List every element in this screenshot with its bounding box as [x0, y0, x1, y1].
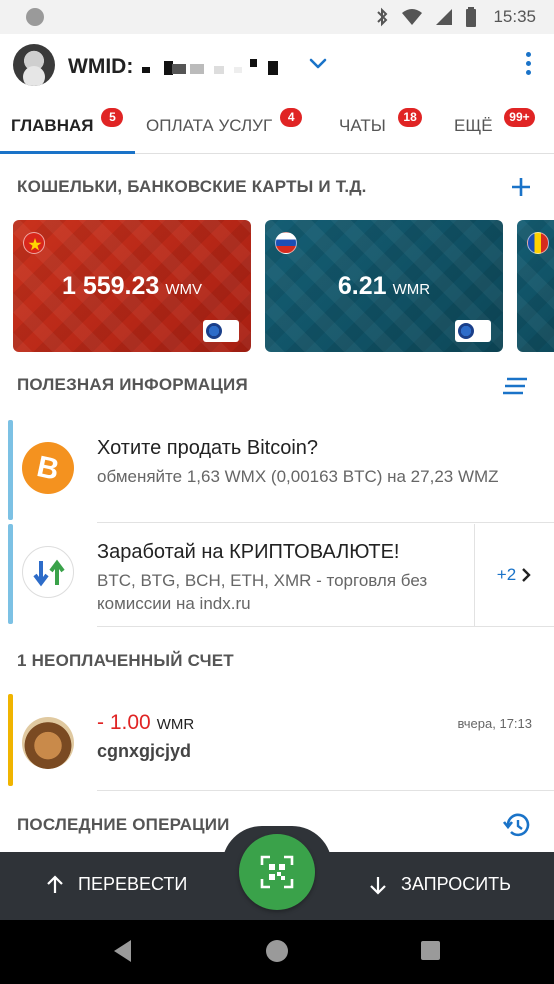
- bluetooth-icon: [377, 7, 388, 27]
- back-icon[interactable]: [114, 940, 131, 962]
- info-item-desc: обменяйте 1,63 WMX (0,00163 BTC) на 27,2…: [97, 467, 499, 486]
- invoice-amount: - 1.00 WMR: [97, 711, 195, 734]
- info-title: ПОЛЕЗНАЯ ИНФОРМАЦИЯ: [17, 375, 248, 394]
- qr-scan-button[interactable]: [239, 834, 315, 910]
- battery-icon: [466, 7, 477, 27]
- tab-chats[interactable]: ЧАТЫ 18: [339, 108, 422, 136]
- status-bar: 15:35: [0, 0, 554, 34]
- moldova-flag-icon: [527, 232, 549, 254]
- invoice-time: вчера, 17:13: [457, 716, 532, 731]
- arrow-down-icon: [370, 876, 386, 895]
- operations-title: ПОСЛЕДНИЕ ОПЕРАЦИИ: [17, 815, 230, 834]
- invoice-item[interactable]: [0, 694, 554, 790]
- recent-apps-icon[interactable]: [421, 941, 440, 960]
- svg-text:B: B: [34, 450, 62, 487]
- info-item-title: Хотите продать Bitcoin?: [97, 437, 319, 459]
- wmid-redacted: [142, 58, 287, 76]
- wallet-amount: 1 559.23 WMV: [62, 272, 202, 300]
- tab-bar: ГЛАВНАЯ 5 ОПЛАТА УСЛУГ 4 ЧАТЫ 18 ЕЩЁ 99+: [0, 100, 554, 154]
- tab-main[interactable]: ГЛАВНАЯ 5: [11, 108, 124, 136]
- clock: 15:35: [493, 7, 536, 26]
- payer-avatar: [22, 717, 74, 769]
- sort-icon[interactable]: [503, 377, 529, 395]
- arrow-up-icon: [47, 874, 63, 893]
- wmid-label: WMID:: [68, 55, 134, 78]
- history-icon[interactable]: [502, 811, 532, 839]
- send-button[interactable]: ПЕРЕВЕСТИ: [46, 874, 187, 895]
- request-button[interactable]: ЗАПРОСИТЬ: [369, 874, 511, 895]
- info-item-title: Заработай на КРИПТОВАЛЮТЕ!: [97, 541, 400, 563]
- webmoney-logo-icon: [203, 320, 239, 342]
- user-avatar[interactable]: [13, 44, 55, 86]
- tab-badge: 99+: [504, 108, 535, 127]
- signal-icon: [436, 9, 453, 25]
- app-header: WMID:: [0, 34, 554, 100]
- invoice-payer-name: cgnxgjcjyd: [97, 741, 192, 761]
- russia-flag-icon: [275, 232, 297, 254]
- exchange-icon: [22, 546, 74, 598]
- qr-code-icon: [260, 855, 294, 889]
- tab-more[interactable]: ЕЩЁ 99+: [454, 108, 535, 136]
- wallet-card-wmv[interactable]: 1 559.23 WMV: [13, 220, 251, 352]
- tab-badge: 4: [280, 108, 303, 127]
- tab-badge: 5: [101, 108, 124, 127]
- wallets-title: КОШЕЛЬКИ, БАНКОВСКИЕ КАРТЫ И Т.Д.: [17, 177, 367, 196]
- more-info-button[interactable]: +2: [474, 524, 554, 626]
- add-wallet-icon[interactable]: [510, 176, 532, 198]
- wallet-amount: 6.21 WMR: [337, 272, 431, 300]
- chevron-right-icon: [522, 568, 531, 582]
- more-menu-icon[interactable]: [518, 52, 538, 80]
- bitcoin-icon: B: [22, 442, 74, 494]
- webmoney-logo-icon: [455, 320, 491, 342]
- vietnam-flag-icon: [23, 232, 45, 254]
- active-tab-indicator: [0, 151, 135, 154]
- tab-payments[interactable]: ОПЛАТА УСЛУГ 4: [146, 108, 303, 136]
- info-item-desc: BTC, BTG, BCH, ETH, XMR - торговля без к…: [97, 571, 428, 613]
- status-icons: 15:35: [375, 0, 536, 34]
- invoices-title: 1 НЕОПЛАЧЕННЫЙ СЧЕТ: [17, 651, 234, 670]
- info-item-crypto[interactable]: Заработай на КРИПТОВАЛЮТЕ! BTC, BTG, BCH…: [0, 524, 554, 626]
- chevron-down-icon[interactable]: [306, 52, 330, 76]
- notification-dot-icon: [26, 8, 44, 26]
- wifi-icon: [402, 9, 423, 25]
- tab-badge: 18: [398, 108, 422, 127]
- wallet-card-wmr[interactable]: 6.21 WMR: [265, 220, 503, 352]
- info-item-bitcoin[interactable]: B Хотите продать Bitcoin? обменяйте 1,63…: [0, 420, 554, 520]
- wallet-card-peek[interactable]: [517, 220, 554, 352]
- home-icon[interactable]: [266, 940, 288, 962]
